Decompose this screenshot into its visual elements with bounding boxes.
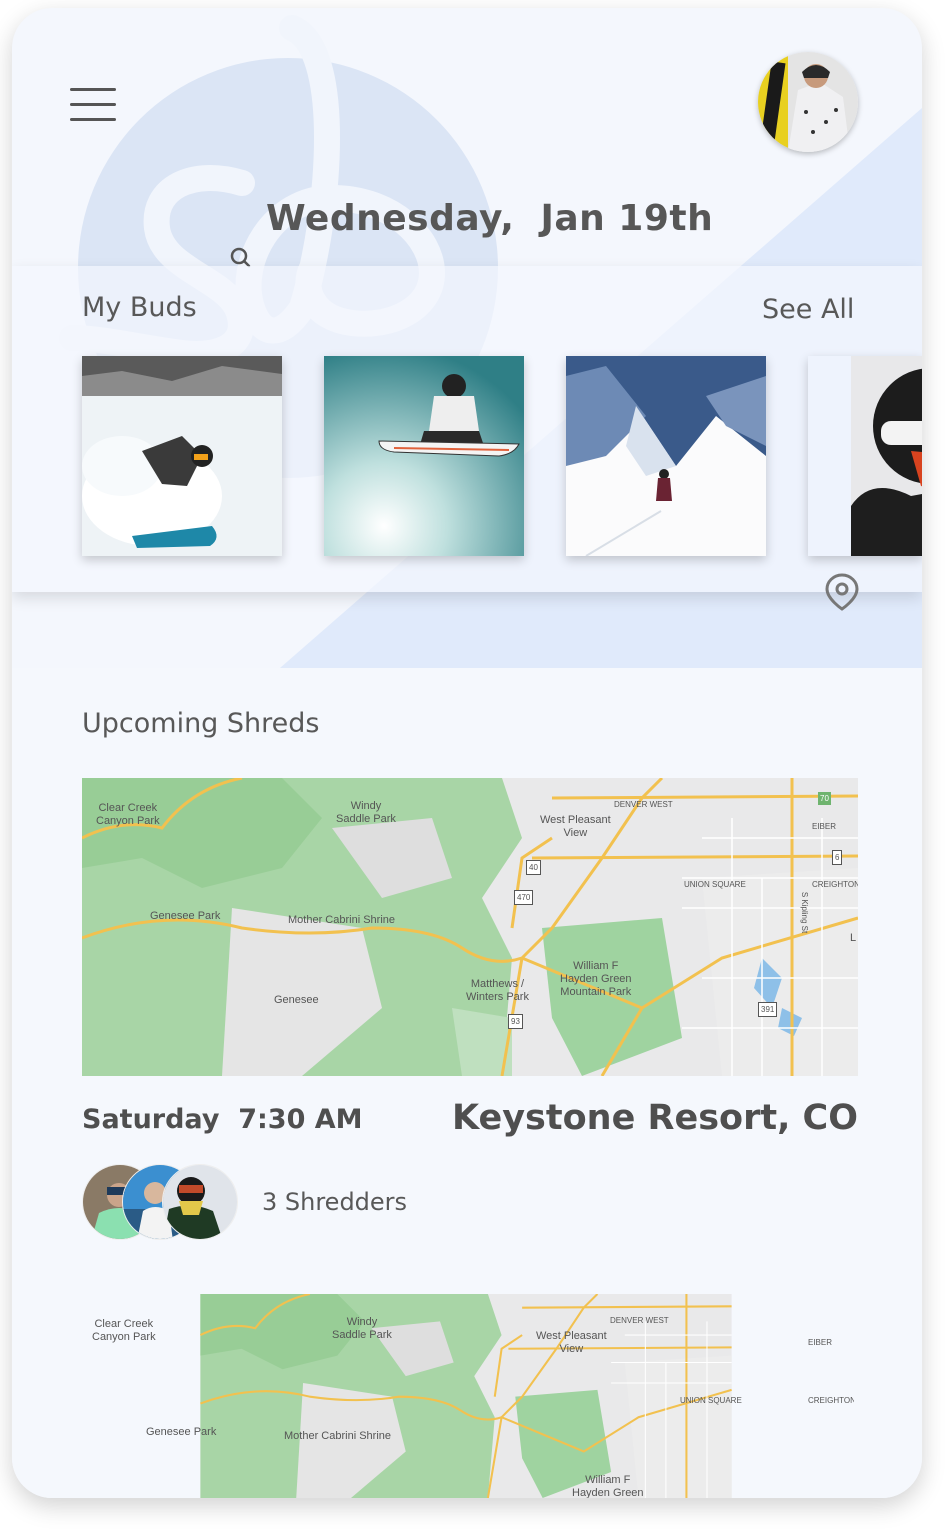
map-label: Genesee [274, 994, 319, 1006]
map-label: CREIGHTON [812, 880, 858, 889]
bud-photo-3[interactable] [566, 356, 766, 556]
shredder-count: 3 Shredders [262, 1188, 408, 1216]
bud-photo-4[interactable] [808, 356, 922, 556]
map-label: West Pleasant View [536, 1330, 607, 1355]
event-map[interactable]: Clear Creek Canyon Park Windy Saddle Par… [78, 1294, 854, 1498]
map-label: UNION SQUARE [684, 880, 746, 889]
app-screen: Wednesday, Jan 19th My Buds See All Upco… [12, 8, 922, 1498]
location-pin-icon[interactable] [824, 572, 860, 612]
map-label: West Pleasant View [540, 814, 611, 839]
highway-shield: 70 [818, 792, 831, 805]
see-all-link[interactable]: See All [762, 294, 854, 325]
map-label: Windy Saddle Park [332, 1316, 392, 1341]
map-label: Clear Creek Canyon Park [92, 1318, 156, 1343]
map-label: Clear Creek Canyon Park [96, 802, 160, 827]
map-label: EIBER [812, 822, 837, 831]
highway-shield: 40 [526, 860, 541, 875]
map-label: Windy Saddle Park [336, 800, 396, 825]
highway-shield: 6 [832, 850, 843, 865]
map-label: Matthews / Winters Park [466, 978, 529, 1003]
shredder-avatar [162, 1164, 238, 1240]
highway-shield: 470 [514, 890, 534, 905]
event-map[interactable]: Clear Creek Canyon Park Windy Saddle Par… [82, 778, 858, 1076]
map-label: S Kipling St [800, 891, 810, 934]
shredder-avatars[interactable] [82, 1164, 242, 1244]
event-location[interactable]: Keystone Resort, CO [452, 1098, 858, 1138]
map-label: William F Hayden Green Mountain Park [560, 960, 632, 998]
menu-line [70, 118, 116, 121]
menu-line [70, 103, 116, 106]
map-label: Mother Cabrini Shrine [284, 1430, 391, 1442]
map-label: DENVER WEST [614, 800, 673, 809]
bud-photo-2[interactable] [324, 356, 524, 556]
highway-shield: 391 [758, 1002, 778, 1017]
map-label: William F Hayden Green [572, 1474, 644, 1498]
map-label: UNION SQUARE [680, 1396, 742, 1405]
map-label: Genesee Park [150, 910, 221, 922]
map-label: Genesee Park [146, 1426, 217, 1438]
user-avatar[interactable] [758, 52, 858, 152]
highway-shield: 93 [508, 1014, 523, 1029]
buds-title: My Buds [82, 292, 197, 323]
event-day-time: Saturday 7:30 AM [82, 1104, 363, 1135]
bud-photo-1[interactable] [82, 356, 282, 556]
current-date: Wednesday, Jan 19th [266, 198, 714, 239]
map-label: EIBER [808, 1338, 833, 1347]
upcoming-title: Upcoming Shreds [82, 708, 320, 739]
map-label: L [850, 932, 857, 944]
map-label: Mother Cabrini Shrine [288, 914, 395, 926]
map-label: DENVER WEST [610, 1316, 669, 1325]
hamburger-menu-icon[interactable] [70, 88, 118, 124]
map-label: CREIGHTON [808, 1396, 854, 1405]
menu-line [70, 88, 116, 91]
